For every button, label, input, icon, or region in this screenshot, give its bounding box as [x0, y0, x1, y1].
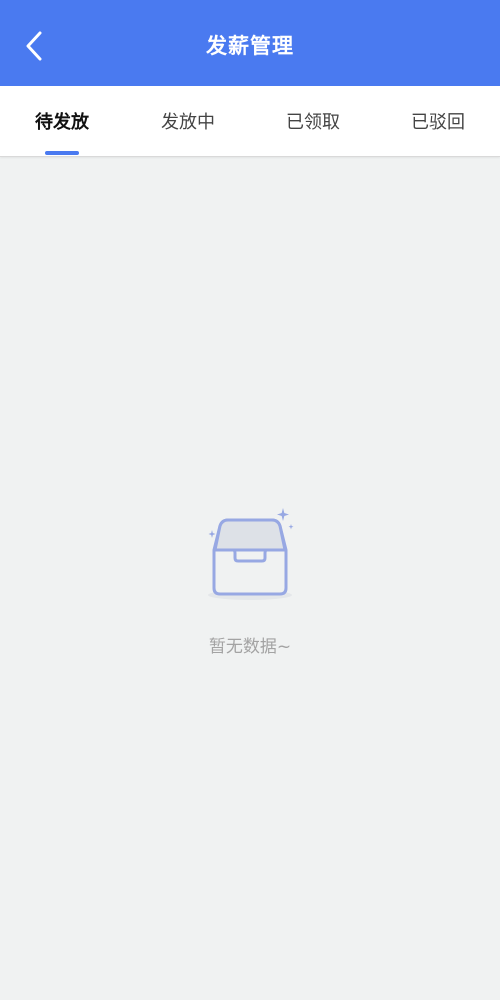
empty-inbox-icon — [208, 508, 294, 600]
active-tab-indicator — [45, 151, 79, 155]
empty-state-text: 暂无数据~ — [208, 637, 292, 657]
tab-in-progress[interactable]: 发放中 — [138, 86, 238, 156]
page-title: 发薪管理 — [206, 34, 294, 58]
tab-bar: 待发放 发放中 已领取 已驳回 — [0, 86, 500, 157]
tab-rejected[interactable]: 已驳回 — [388, 86, 488, 156]
app-header: 发薪管理 — [0, 0, 500, 86]
tab-received[interactable]: 已领取 — [263, 86, 363, 156]
tab-pending[interactable]: 待发放 — [12, 86, 112, 156]
